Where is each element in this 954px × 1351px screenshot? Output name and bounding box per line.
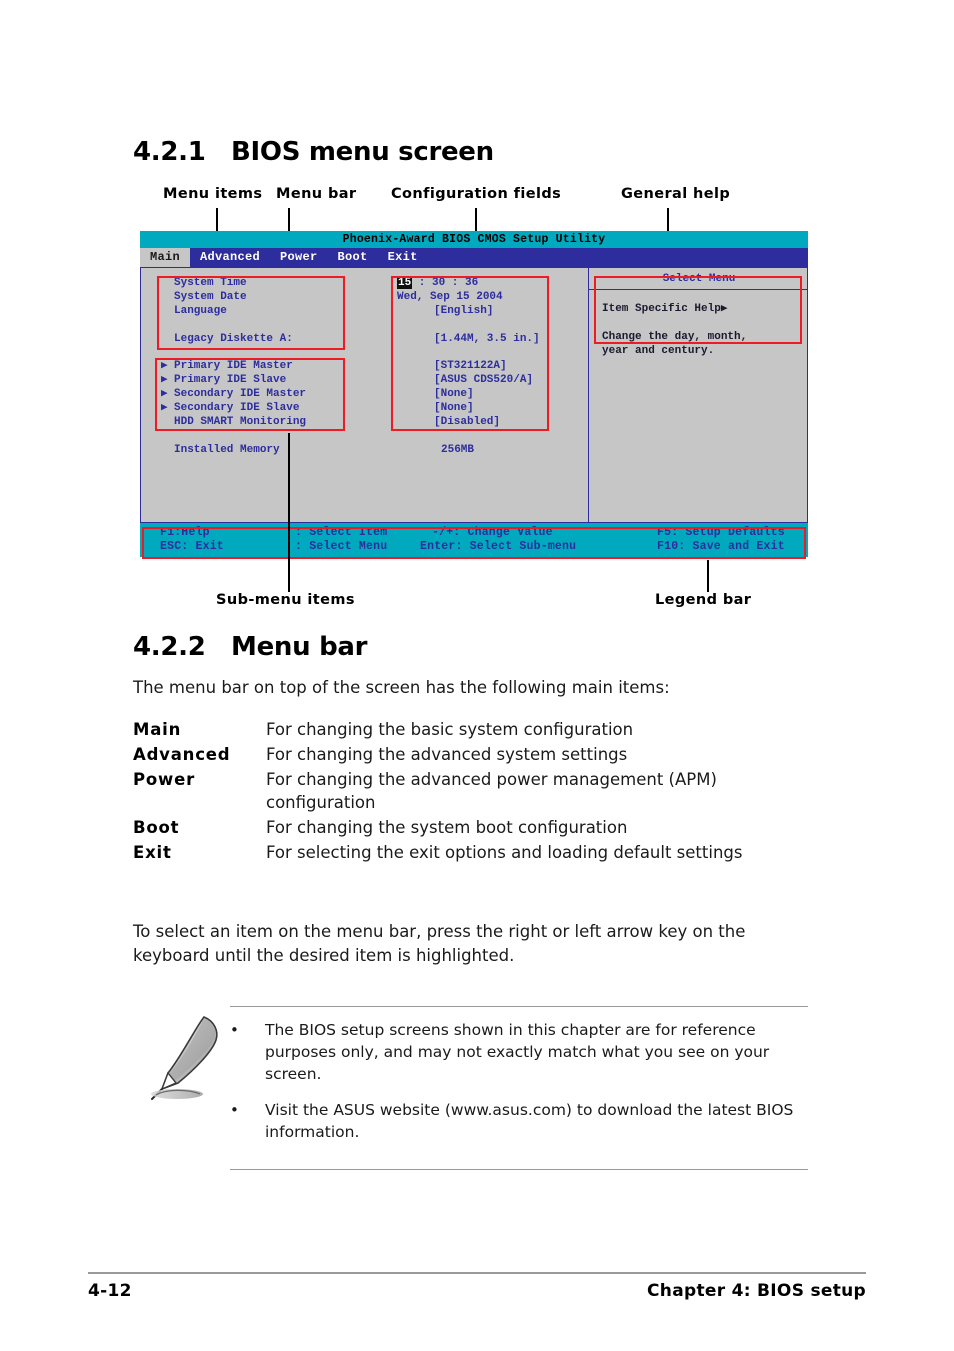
bios-item-label-primary-ide-slave[interactable]: Primary IDE Slave (174, 373, 286, 387)
note-text-2: Visit the ASUS website (www.asus.com) to… (265, 1101, 794, 1141)
menu-definition-term-boot: Boot (133, 818, 180, 837)
bios-title-bar: Phoenix-Award BIOS CMOS Setup Utility (140, 231, 808, 248)
bios-time-rest: : 30 : 36 (412, 277, 479, 289)
bios-help-divider (589, 289, 807, 290)
bios-value-legacy-diskette-a[interactable]: [1.44M, 3.5 in.] (434, 332, 540, 346)
menu-definition-term-power: Power (133, 770, 195, 789)
bios-item-label-language[interactable]: Language (174, 304, 227, 318)
bios-column-divider (588, 268, 589, 522)
footer-rule (88, 1272, 866, 1274)
bios-item-label-primary-ide-master[interactable]: Primary IDE Master (174, 359, 293, 373)
bios-setup-screen: Phoenix-Award BIOS CMOS Setup Utility Ma… (140, 231, 808, 559)
section-number-422: 4.2.2 (133, 632, 206, 662)
callout-sub-menu-items: Sub-menu items (216, 592, 355, 608)
bios-value-secondary-ide-master[interactable]: [None] (434, 387, 474, 401)
bios-value-language[interactable]: [English] (434, 304, 493, 318)
bios-item-label-secondary-ide-slave[interactable]: Secondary IDE Slave (174, 401, 299, 415)
pencil-note-icon (151, 1016, 218, 1100)
bios-menu-tab-exit[interactable]: Exit (378, 248, 428, 267)
note-bottom-rule (230, 1169, 808, 1170)
bios-time-hour-highlight[interactable]: 15 (397, 277, 413, 289)
bios-help-panel-title: Select Menu (662, 273, 736, 285)
menu-bar-definition-list: Main For changing the basic system confi… (133, 718, 823, 866)
note-bullet-2: • (230, 1101, 239, 1119)
bios-submenu-arrow-primary-ide-master: ▶ (161, 360, 168, 372)
menu-definition-row-boot: Boot For changing the system boot config… (133, 816, 823, 839)
bios-submenu-arrow-secondary-ide-master: ▶ (161, 388, 168, 400)
bios-value-hdd-smart-monitoring[interactable]: [Disabled] (434, 415, 500, 429)
section-heading-422: 4.2.2 Menu bar (133, 632, 367, 662)
note-list-item-2: • Visit the ASUS website (www.asus.com) … (230, 1099, 808, 1143)
section-title-421: BIOS menu screen (231, 137, 494, 167)
menu-definition-row-advanced: Advanced For changing the advanced syste… (133, 743, 823, 766)
note-text-1: The BIOS setup screens shown in this cha… (265, 1021, 770, 1083)
legend-enter-select-submenu: Enter: Select Sub-menu (420, 540, 577, 553)
menu-definition-row-power: Power For changing the advanced power ma… (133, 768, 823, 814)
bios-body: System Time System Date Language Legacy … (140, 267, 808, 523)
bios-value-primary-ide-slave[interactable]: [ASUS CDS520/A] (434, 373, 533, 387)
bios-menu-tab-boot[interactable]: Boot (328, 248, 378, 267)
menu-bar-outro-text: To select an item on the menu bar, press… (133, 922, 746, 965)
bios-submenu-arrow-primary-ide-slave: ▶ (161, 374, 168, 386)
bios-menu-tab-power[interactable]: Power (270, 248, 328, 267)
menu-definition-desc-boot: For changing the system boot configurati… (266, 818, 628, 837)
callout-configuration-fields: Configuration fields (391, 186, 562, 202)
bios-menu-tab-main[interactable]: Main (140, 248, 191, 267)
legend-f1-help: F1:Help (160, 526, 210, 539)
menu-definition-term-main: Main (133, 720, 182, 739)
bios-help-heading: Item Specific Help▶ (602, 303, 728, 315)
bios-item-label-installed-memory: Installed Memory (174, 444, 280, 456)
bios-item-label-legacy-diskette-a[interactable]: Legacy Diskette A: (174, 332, 293, 346)
legend-select-item: : Select Item (295, 526, 388, 539)
bios-value-primary-ide-master[interactable]: [ST321122A] (434, 359, 507, 373)
bios-help-line-2: year and century. (602, 345, 715, 357)
legend-change-value: -/+: Change Value (432, 526, 553, 539)
bios-menu-tab-advanced[interactable]: Advanced (190, 248, 270, 267)
leader-line-sub-menu-items (288, 433, 290, 592)
bios-value-installed-memory: 256MB (441, 444, 475, 456)
callout-general-help: General help (621, 186, 731, 202)
legend-f5-setup-defaults: F5: Setup Defaults (657, 526, 785, 539)
callout-menu-items: Menu items (163, 186, 263, 202)
callout-menu-bar: Menu bar (276, 186, 357, 202)
note-bullet-1: • (230, 1021, 239, 1039)
menu-definition-desc-exit: For selecting the exit options and loadi… (266, 843, 743, 862)
note-list: • The BIOS setup screens shown in this c… (230, 1007, 808, 1161)
menu-definition-row-main: Main For changing the basic system confi… (133, 718, 823, 741)
bios-value-secondary-ide-slave[interactable]: [None] (434, 401, 474, 415)
bios-item-label-system-time[interactable]: System Time (174, 276, 247, 290)
menu-bar-intro-text: The menu bar on top of the screen has th… (133, 678, 670, 697)
section-heading-421: 4.2.1 BIOS menu screen (133, 137, 494, 167)
footer-page-number: 4-12 (88, 1281, 132, 1301)
bios-value-system-time[interactable]: 15 : 30 : 36 (397, 276, 478, 290)
note-list-item-1: • The BIOS setup screens shown in this c… (230, 1019, 808, 1085)
bios-item-label-secondary-ide-master[interactable]: Secondary IDE Master (174, 387, 306, 401)
menu-definition-row-exit: Exit For selecting the exit options and … (133, 841, 823, 864)
section-number-421: 4.2.1 (133, 137, 206, 167)
menu-definition-term-advanced: Advanced (133, 745, 231, 764)
menu-definition-desc-main: For changing the basic system configurat… (266, 720, 634, 739)
menu-definition-term-exit: Exit (133, 843, 172, 862)
menu-definition-desc-power: For changing the advanced power manageme… (266, 770, 717, 812)
bios-legend-bar: F1:Help : Select Item -/+: Change Value … (140, 523, 808, 557)
legend-f10-save-and-exit: F10: Save and Exit (657, 540, 785, 553)
bios-menu-bar: Main Advanced Power Boot Exit (140, 248, 808, 267)
legend-select-menu: : Select Menu (295, 540, 388, 553)
bios-item-label-system-date[interactable]: System Date (174, 290, 247, 304)
leader-line-legend-bar (707, 560, 709, 592)
callout-legend-bar: Legend bar (655, 592, 752, 608)
menu-definition-desc-advanced: For changing the advanced system setting… (266, 745, 628, 764)
bios-item-label-hdd-smart-monitoring[interactable]: HDD SMART Monitoring (174, 415, 306, 429)
legend-esc-exit: ESC: Exit (160, 540, 224, 553)
bios-submenu-arrow-secondary-ide-slave: ▶ (161, 402, 168, 414)
bios-help-line-1: Change the day, month, (602, 331, 748, 343)
footer-chapter-label: Chapter 4: BIOS setup (647, 1281, 866, 1301)
bios-value-system-date[interactable]: Wed, Sep 15 2004 (397, 290, 503, 304)
section-title-422: Menu bar (231, 632, 368, 662)
note-box: • The BIOS setup screens shown in this c… (230, 1006, 808, 1170)
